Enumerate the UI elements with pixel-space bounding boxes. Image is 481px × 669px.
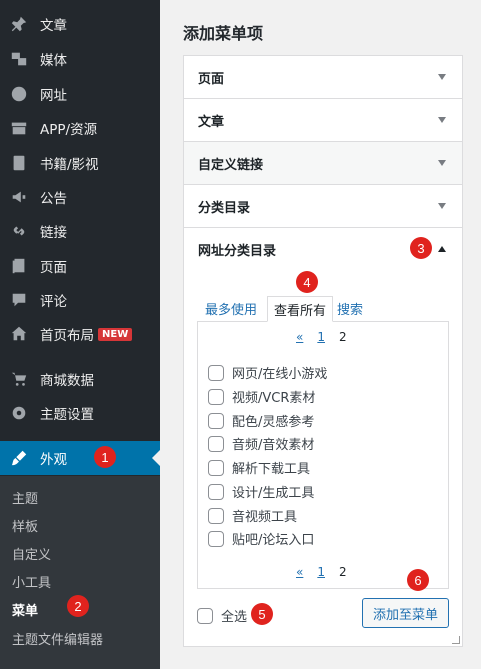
checkbox[interactable] (208, 364, 224, 381)
brush-icon (8, 448, 30, 468)
gear-icon (8, 403, 30, 423)
list-item-label: 音视频工具 (232, 510, 298, 525)
marker-3: 3 (410, 237, 432, 259)
sidebar-item-media[interactable]: 媒体 (0, 42, 160, 76)
submenu-item-widgets[interactable]: 小工具 (12, 572, 51, 591)
book-icon (8, 153, 30, 173)
sidebar-item-sites[interactable]: 网址 (0, 77, 160, 111)
page-title: 添加菜单项 (183, 24, 264, 43)
panel-custom-links[interactable]: 自定义链接 (183, 141, 463, 185)
checkbox[interactable] (208, 530, 224, 547)
checklist-box (197, 321, 449, 589)
chevron-down-icon[interactable] (438, 117, 446, 123)
list-item-label: 设计/生成工具 (232, 486, 315, 501)
chevron-up-icon[interactable] (438, 246, 446, 252)
panel-categories-label: 分类目录 (198, 200, 251, 216)
submenu-item-themes[interactable]: 主题 (12, 488, 38, 507)
chevron-down-icon[interactable] (438, 160, 446, 166)
checkbox[interactable] (208, 459, 224, 476)
panel-pages[interactable]: 页面 (183, 55, 463, 99)
sidebar-item-posts[interactable]: 文章 (0, 7, 160, 41)
pager-current-page: 2 (338, 565, 347, 579)
list-item-label: 网页/在线小游戏 (232, 367, 328, 382)
tab-most-used[interactable]: 最多使用 (205, 296, 263, 322)
home-icon (8, 324, 30, 344)
panel-categories[interactable]: 分类目录 (183, 184, 463, 228)
list-item-label: 音频/音效素材 (232, 438, 315, 453)
marker-1: 1 (94, 446, 116, 468)
pin-icon (8, 14, 30, 34)
appearance-submenu: 主题 样板 自定义 小工具 菜单 主题文件编辑器 (0, 476, 160, 669)
select-all-checkbox[interactable] (197, 607, 213, 624)
submenu-item-patterns[interactable]: 样板 (12, 516, 38, 535)
admin-sidebar: 文章 媒体 网址 APP/资源 书籍/影视 公告 链接 页面 评论 首页布局 N… (0, 0, 160, 669)
sidebar-item-appearance[interactable]: 外观 (0, 441, 160, 475)
sidebar-item-comments[interactable]: 评论 (0, 283, 160, 317)
checkbox[interactable] (208, 435, 224, 452)
panel-pages-label: 页面 (198, 71, 225, 87)
list-item[interactable]: 视频/VCR素材 (208, 387, 315, 406)
sidebar-item-links[interactable]: 链接 (0, 214, 160, 248)
sidebar-item-theme-settings[interactable]: 主题设置 (0, 396, 160, 430)
list-item-label: 视频/VCR素材 (232, 391, 316, 406)
panel-posts[interactable]: 文章 (183, 98, 463, 142)
submenu-item-customize[interactable]: 自定义 (12, 544, 51, 563)
panel-tabs: 最多使用 查看所有 搜索 (205, 296, 373, 322)
new-badge: NEW (98, 327, 133, 341)
sidebar-item-pages[interactable]: 页面 (0, 249, 160, 283)
list-item-label: 配色/灵感参考 (232, 415, 315, 430)
sidebar-item-home-layout[interactable]: 首页布局 NEW (0, 317, 160, 351)
link-icon (8, 221, 30, 241)
archive-icon (8, 118, 30, 138)
marker-6: 6 (407, 569, 429, 591)
pager-current-page: 2 (338, 330, 347, 344)
checkbox[interactable] (208, 507, 224, 524)
pager-prev-link[interactable]: « (296, 330, 303, 344)
media-icon (8, 49, 30, 69)
sidebar-item-app[interactable]: APP/资源 (0, 111, 160, 145)
checkbox[interactable] (208, 483, 224, 500)
list-item[interactable]: 设计/生成工具 (208, 482, 314, 501)
megaphone-icon (8, 187, 30, 207)
panel-custom-links-label: 自定义链接 (198, 157, 264, 173)
select-all[interactable]: 全选 (197, 606, 247, 625)
pager-page-1-link[interactable]: 1 (317, 330, 325, 344)
list-item[interactable]: 音频/音效素材 (208, 434, 314, 453)
tab-view-all[interactable]: 查看所有 (267, 296, 334, 322)
submenu-item-menus[interactable]: 菜单 (12, 600, 38, 619)
pager-prev-link[interactable]: « (296, 565, 303, 579)
cart-icon (8, 369, 30, 389)
chevron-down-icon[interactable] (438, 74, 446, 80)
resize-handle-icon[interactable] (452, 636, 460, 644)
comment-icon (8, 290, 30, 310)
panel-posts-label: 文章 (198, 114, 225, 130)
sidebar-item-notice[interactable]: 公告 (0, 180, 160, 214)
list-item-label: 解析下载工具 (232, 462, 311, 477)
sidebar-item-shop-data[interactable]: 商城数据 (0, 362, 160, 396)
pagination-bottom: « 1 2 (296, 565, 347, 579)
panel-site-categories-label: 网址分类目录 (198, 244, 277, 259)
chevron-down-icon[interactable] (438, 203, 446, 209)
pagination-top: « 1 2 (296, 330, 347, 344)
list-item[interactable]: 音视频工具 (208, 506, 297, 525)
tab-search[interactable]: 搜索 (337, 296, 369, 322)
active-menu-arrow (152, 450, 160, 466)
list-item[interactable]: 贴吧/论坛入口 (208, 529, 314, 548)
marker-5: 5 (251, 603, 273, 625)
list-item[interactable]: 网页/在线小游戏 (208, 363, 327, 382)
select-all-label: 全选 (221, 610, 248, 625)
list-item-label: 贴吧/论坛入口 (232, 533, 315, 548)
list-item[interactable]: 配色/灵感参考 (208, 411, 314, 430)
page-icon (8, 256, 30, 276)
checkbox[interactable] (208, 412, 224, 429)
marker-4: 4 (296, 271, 318, 293)
submenu-item-theme-editor[interactable]: 主题文件编辑器 (12, 629, 103, 648)
sidebar-item-books[interactable]: 书籍/影视 (0, 146, 160, 180)
globe-icon (8, 84, 30, 104)
add-to-menu-button[interactable]: 添加至菜单 (362, 598, 449, 628)
list-item[interactable]: 解析下载工具 (208, 458, 310, 477)
checkbox[interactable] (208, 388, 224, 405)
pager-page-1-link[interactable]: 1 (317, 565, 325, 579)
marker-2: 2 (67, 595, 89, 617)
